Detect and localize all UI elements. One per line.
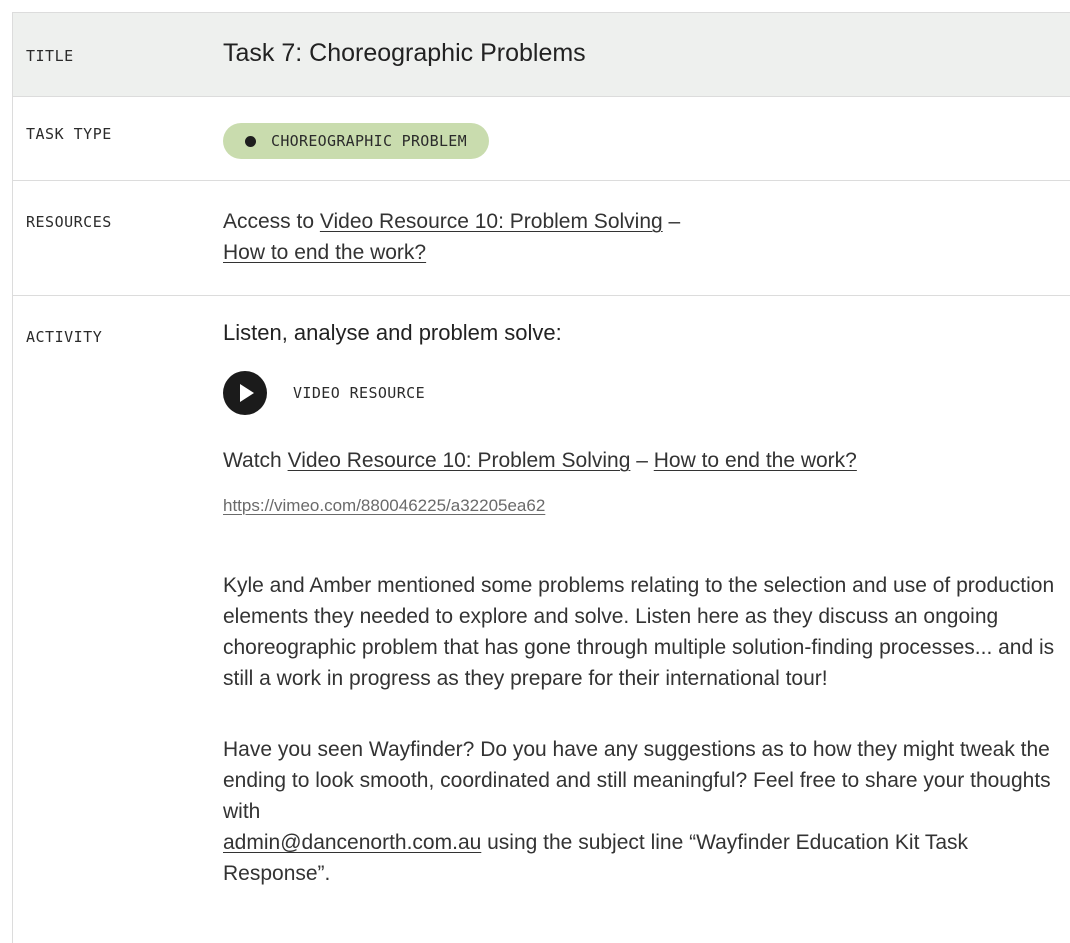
vimeo-url-line: https://vimeo.com/880046225/a32205ea62 <box>223 496 1057 516</box>
resources-text: Access to Video Resource 10: Problem Sol… <box>223 206 1057 268</box>
activity-paragraph-2: Have you seen Wayfinder? Do you have any… <box>223 734 1057 889</box>
task-table: TITLE Task 7: Choreographic Problems TAS… <box>12 12 1070 943</box>
title-row: TITLE Task 7: Choreographic Problems <box>13 13 1070 97</box>
watch-dash: – <box>630 449 654 472</box>
resources-video-link[interactable]: Video Resource 10: Problem Solving <box>320 210 663 233</box>
resources-dash: – <box>662 210 681 233</box>
paragraph-2-text-before: Have you seen Wayfinder? Do you have any… <box>223 738 1051 823</box>
email-link[interactable]: admin@dancenorth.com.au <box>223 831 481 854</box>
video-resource-header: VIDEO RESOURCE <box>223 371 1057 415</box>
task-title: Task 7: Choreographic Problems <box>223 39 586 67</box>
watch-video-link[interactable]: Video Resource 10: Problem Solving <box>288 449 631 472</box>
resources-row: RESOURCES Access to Video Resource 10: P… <box>13 181 1070 296</box>
activity-row: ACTIVITY Listen, analyse and problem sol… <box>13 296 1070 943</box>
bullet-dot-icon <box>245 135 256 147</box>
activity-paragraph-1: Kyle and Amber mentioned some problems r… <box>223 574 1055 690</box>
task-type-cell: CHOREOGRAPHIC PROBLEM <box>223 123 1057 159</box>
task-type-badge-label: CHOREOGRAPHIC PROBLEM <box>271 132 467 150</box>
activity-heading: Listen, analyse and problem solve: <box>223 320 562 345</box>
vimeo-url-link[interactable]: https://vimeo.com/880046225/a32205ea62 <box>223 496 545 515</box>
watch-line: Watch Video Resource 10: Problem Solving… <box>223 449 1057 473</box>
task-type-row: TASK TYPE CHOREOGRAPHIC PROBLEM <box>13 97 1070 181</box>
resources-label: RESOURCES <box>26 213 112 231</box>
resources-prefix: Access to <box>223 210 320 233</box>
title-label: TITLE <box>26 47 74 65</box>
task-type-label: TASK TYPE <box>26 125 112 143</box>
resources-video-link-subtitle[interactable]: How to end the work? <box>223 241 426 264</box>
video-resource-label: VIDEO RESOURCE <box>293 384 426 402</box>
activity-label: ACTIVITY <box>26 328 103 346</box>
play-icon[interactable] <box>223 371 267 415</box>
watch-video-subtitle-link[interactable]: How to end the work? <box>654 449 857 472</box>
task-type-badge: CHOREOGRAPHIC PROBLEM <box>223 123 489 159</box>
watch-prefix: Watch <box>223 449 288 472</box>
